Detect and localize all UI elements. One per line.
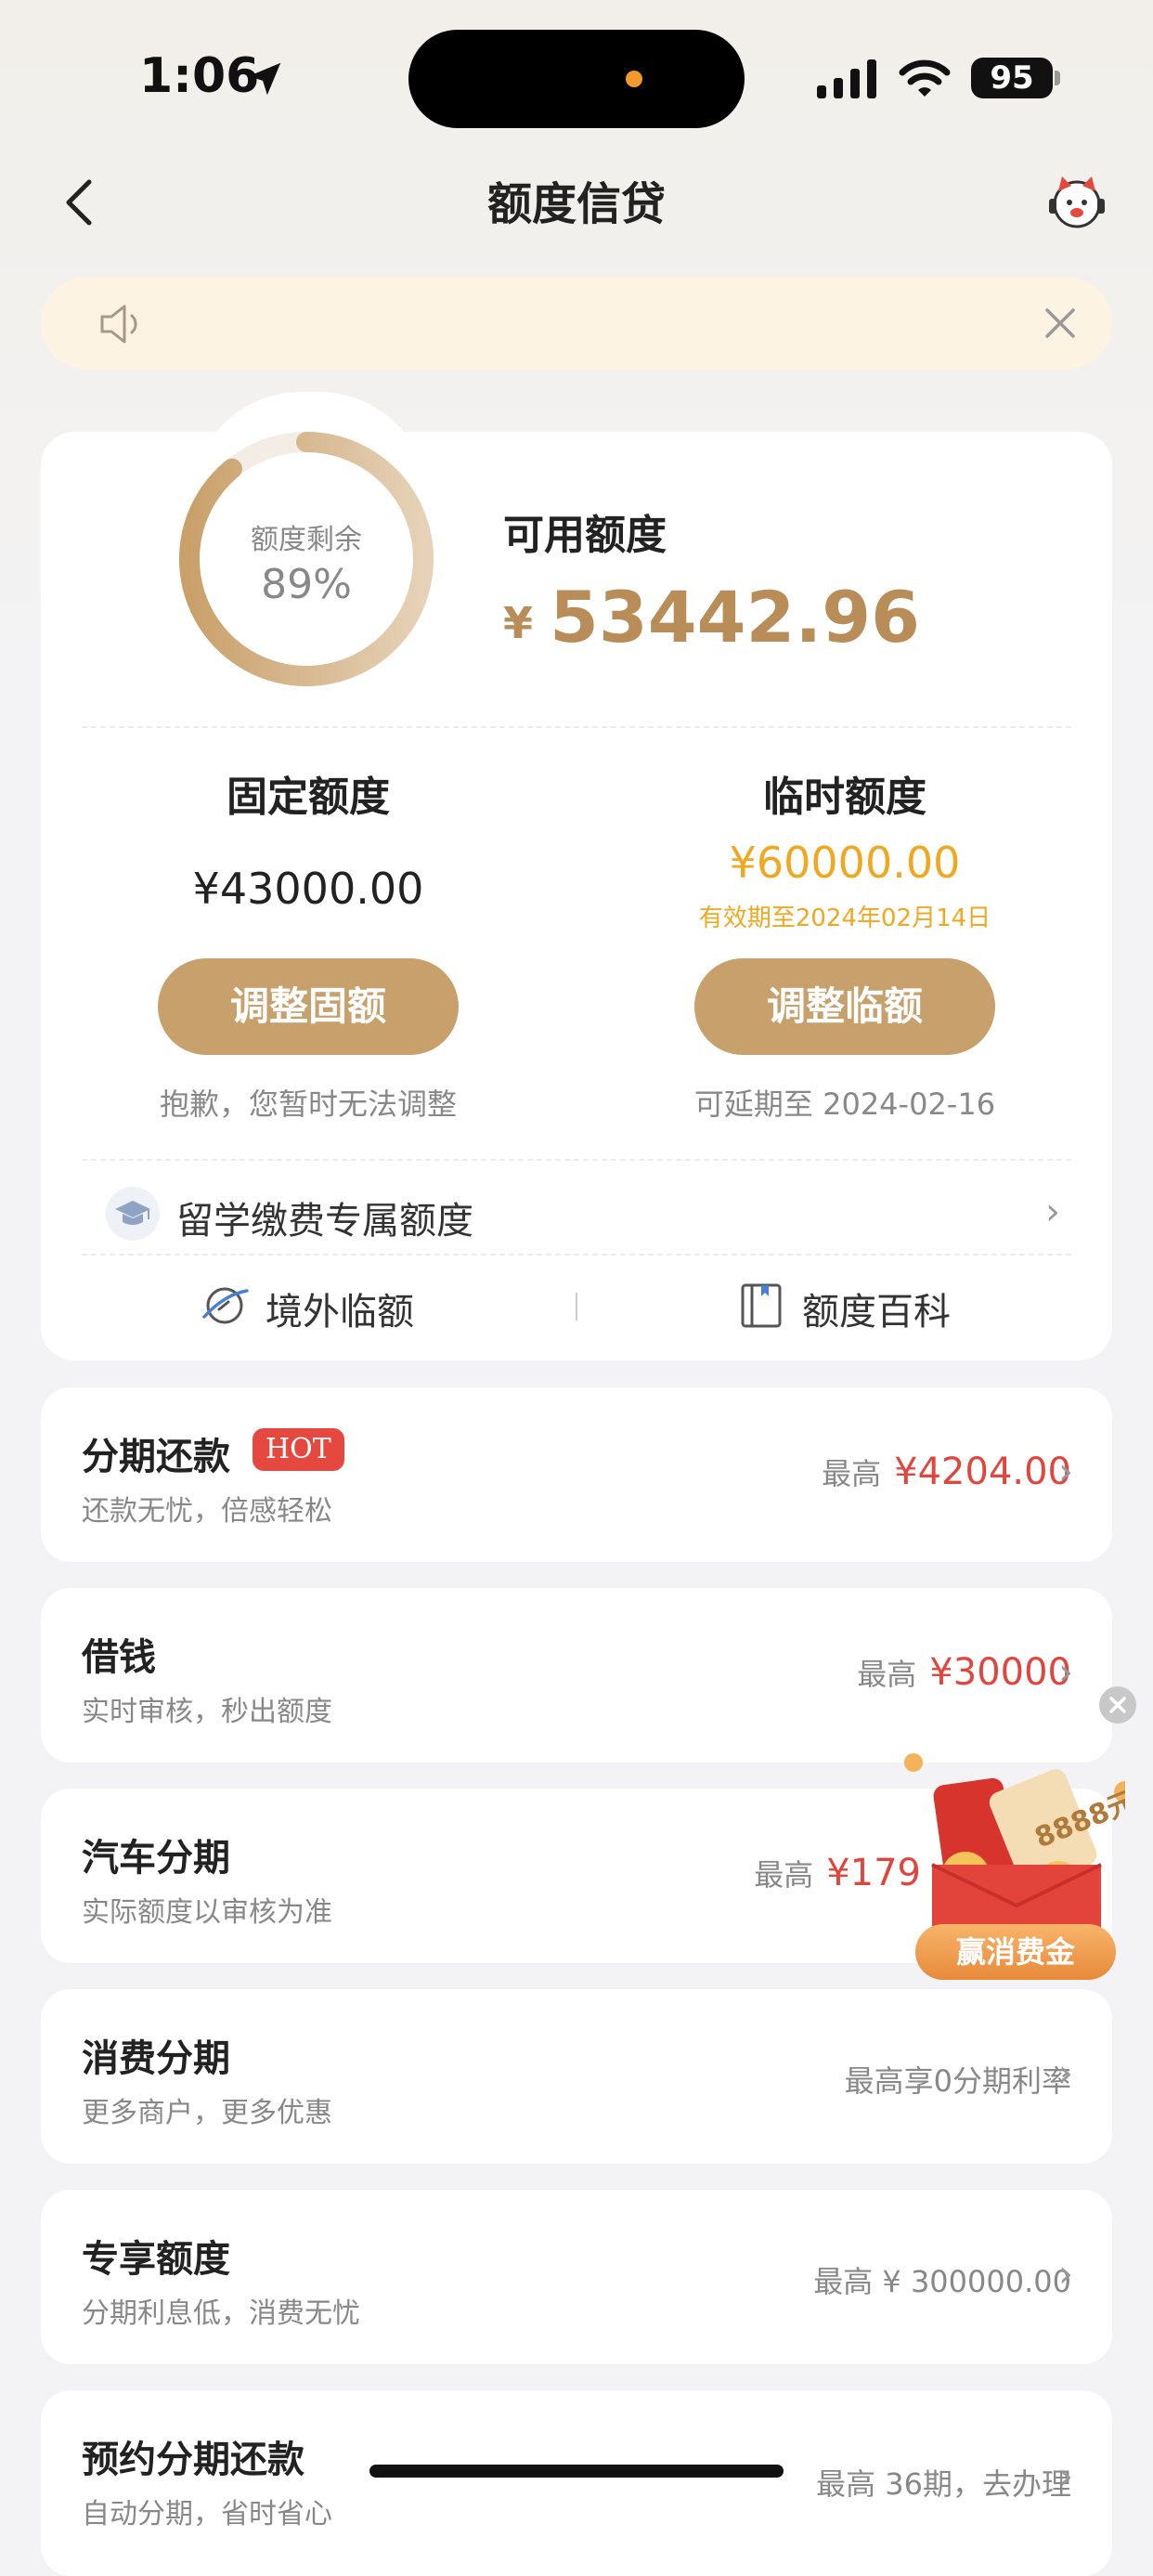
remaining-label: 额度剩余 [251,524,362,556]
oversea-temp-quota-link[interactable]: 境外临额 [266,1281,414,1335]
chevron-right-icon[interactable]: › [1058,2253,1073,2296]
product-title: 借钱 [82,1636,156,1679]
chevron-right-icon[interactable]: › [1058,2052,1073,2095]
notice-bar [41,277,1112,370]
battery-tip [1055,71,1060,85]
wifi-icon [899,59,951,97]
product-title: 汽车分期 [82,1837,230,1880]
page-title: 额度信贷 [486,178,666,230]
privacy-indicator-dot [626,71,642,87]
product-title: 消费分期 [82,2037,230,2080]
hot-badge: HOT [253,1428,344,1471]
product-subtitle: 分期利息低，消费无忧 [82,2297,360,2330]
temp-quota-amount: ¥60000.00 [729,838,961,888]
product-title: 专享额度 [82,2238,230,2281]
available-quota-label: 可用额度 [503,512,667,559]
win-consumer-gold-button[interactable]: 赢消费金 [915,1924,1116,1980]
status-time: 1:06 [139,48,260,104]
product-subtitle: 还款无忧，倍感轻松 [82,1495,332,1528]
product-subtitle: 实时审核，秒出额度 [82,1696,332,1728]
temp-quota-title: 临时额度 [763,774,926,821]
dynamic-island [408,30,745,128]
remaining-percent: 89% [261,561,352,608]
product-limit-value: ¥4204.00 [894,1451,1071,1493]
remaining-quota-ring [179,432,434,686]
chevron-right-icon[interactable]: › [1058,1651,1073,1694]
graduation-cap-icon [106,1187,160,1241]
study-abroad-link[interactable]: 留学缴费专属额度 [176,1190,473,1244]
product-title: 分期还款 [82,1436,230,1478]
divider [82,1254,1071,1255]
product-title: 预约分期还款 [82,2439,304,2481]
speaker-icon [100,305,137,344]
temp-extend-note: 可延期至 2024-02-16 [693,1086,996,1122]
book-icon[interactable] [739,1281,784,1330]
battery-indicator: 95 [971,58,1053,98]
cellular-signal-icon [817,59,876,98]
divider [82,1159,1071,1161]
adjust-fixed-button[interactable]: 调整固额 [158,958,459,1055]
chevron-right-icon[interactable]: › [1058,1451,1073,1493]
fixed-adjust-note: 抱歉，您暂时无法调整 [159,1086,457,1122]
product-limit: 最高 36期，去办理 [816,2466,1071,2502]
location-arrow-icon [248,62,281,96]
product-subtitle: 实际额度以审核为准 [82,1896,332,1929]
quota-wiki-link[interactable]: 额度百科 [802,1281,951,1335]
planet-icon[interactable] [201,1281,249,1330]
product-limit: 最高 ¥ 300000.00 [813,2264,1071,2299]
temp-quota-validity: 有效期至2024年02月14日 [698,904,991,932]
customer-service-mascot-icon[interactable] [1045,171,1108,230]
available-currency: ¥ [503,598,534,648]
close-notice-icon[interactable] [1042,305,1079,342]
divider [82,726,1071,728]
chevron-right-icon[interactable]: › [1058,2455,1073,2498]
product-subtitle: 自动分期，省时省心 [82,2498,332,2530]
available-quota-amount: 53442.96 [550,576,921,658]
vertical-divider [576,1293,577,1321]
product-limit: 最高享0分期利率 [844,2063,1071,2099]
product-limit-value: ¥30000 [929,1651,1071,1694]
product-subtitle: 更多商户，更多优惠 [82,2097,332,2129]
product-limit: 最高 ¥30000 [857,1651,1071,1694]
fixed-quota-title: 固定额度 [227,774,390,821]
chevron-right-icon[interactable]: › [1045,1190,1060,1233]
fixed-quota-amount: ¥43000.00 [192,864,424,914]
adjust-temp-button[interactable]: 调整临额 [694,958,995,1055]
product-limit: 最高 ¥4204.00 [822,1451,1071,1493]
promo-close-button[interactable] [1099,1686,1136,1724]
home-indicator [369,2465,784,2478]
